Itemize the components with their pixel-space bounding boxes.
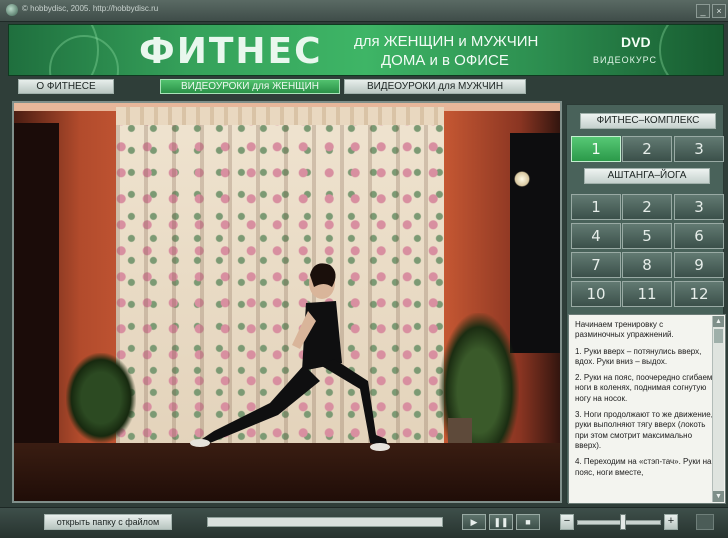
yoga-button-10[interactable]: 10 [571,281,621,307]
volume-up-button[interactable]: + [664,514,678,530]
pause-icon: ❚❚ [493,517,509,527]
fitness-button-2[interactable]: 2 [622,136,672,162]
fitness-button-1[interactable]: 1 [571,136,621,162]
pause-button[interactable]: ❚❚ [489,514,513,530]
nav-about-fitness[interactable]: О ФИТНЕСЕ [18,79,114,94]
header-banner: ФИТНЕС для ЖЕНЩИН и МУЖЧИН ДОМА и в ОФИС… [8,24,724,76]
exercising-woman [190,263,390,451]
description-paragraph: 1. Руки вверх – потянулись вверх, вдох. … [575,346,702,366]
app-icon [6,4,18,16]
window-title: © hobbydisc, 2005. http://hobbydisc.ru [22,4,159,13]
yoga-button-9[interactable]: 9 [674,252,724,278]
video-player[interactable] [12,101,562,503]
minimize-button[interactable]: _ [696,4,710,18]
close-button[interactable]: × [712,4,726,18]
yoga-button-2[interactable]: 2 [622,194,672,220]
exercise-description[interactable]: Начинаем тренировку с разминочных упражн… [568,314,726,504]
play-button[interactable]: ▶ [462,514,486,530]
nav-video-women[interactable]: ВИДЕОУРОКИ для ЖЕНЩИН [160,79,340,94]
description-scrollbar[interactable]: ▲ ▼ [712,316,724,502]
app-title: ФИТНЕС [139,31,323,72]
yoga-button-4[interactable]: 4 [571,223,621,249]
nav-video-men[interactable]: ВИДЕОУРОКИ для МУЖЧИН [344,79,526,94]
description-paragraph: 2. Руки на пояс, поочередно сгибаем ноги… [575,373,713,403]
volume-slider-knob[interactable] [619,514,626,530]
volume-down-button[interactable]: − [560,514,574,530]
scroll-down-arrow-icon[interactable]: ▼ [713,491,724,502]
open-folder-button[interactable]: открыть папку с файлом [44,514,172,530]
yoga-button-3[interactable]: 3 [674,194,724,220]
yoga-button-5[interactable]: 5 [622,223,672,249]
yoga-button-12[interactable]: 12 [674,281,724,307]
scroll-up-arrow-icon[interactable]: ▲ [713,316,724,327]
yoga-button-1[interactable]: 1 [571,194,621,220]
scroll-thumb[interactable] [714,329,723,343]
stop-icon: ■ [525,517,531,527]
yoga-button-7[interactable]: 7 [571,252,621,278]
course-label: ВИДЕОКУРС [593,55,658,65]
fitness-button-3[interactable]: 3 [674,136,724,162]
yoga-button-8[interactable]: 8 [622,252,672,278]
description-paragraph: 3. Ноги продолжают то же движение, руки … [575,410,713,450]
yoga-button-6[interactable]: 6 [674,223,724,249]
window-title-bar: © hobbydisc, 2005. http://hobbydisc.ru _… [0,0,728,22]
play-icon: ▶ [470,517,478,527]
app-subtitle-line1: для ЖЕНЩИН и МУЖЧИН [354,33,539,50]
yoga-button-11[interactable]: 11 [622,281,672,307]
description-paragraph: 4. Переходим на «стэп-тач». Руки на пояс… [575,457,712,477]
description-paragraph: Начинаем тренировку с разминочных упражн… [575,320,674,340]
dvd-badge: DVD [621,34,651,50]
app-subtitle-line2: ДОМА и в ОФИСЕ [381,52,509,69]
fitness-complex-label: ФИТНЕС–КОМПЛЕКС [580,113,716,129]
playback-progress-bar[interactable] [207,517,443,527]
resize-grip-icon[interactable] [696,514,714,530]
stop-button[interactable]: ■ [516,514,540,530]
ashtanga-yoga-label: АШТАНГА–ЙОГА [584,168,710,184]
